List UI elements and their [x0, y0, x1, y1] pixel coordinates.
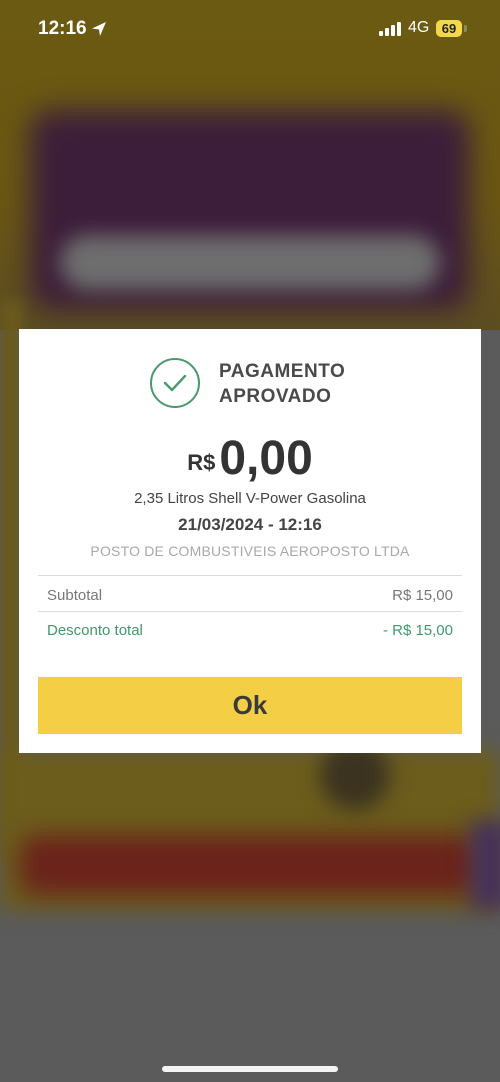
home-indicator[interactable] — [162, 1066, 338, 1072]
dialog-title-line2: APROVADO — [219, 386, 332, 407]
currency-symbol: R$ — [187, 450, 216, 475]
divider — [38, 611, 462, 612]
status-bar: 12:16 4G 69 — [0, 0, 500, 58]
payment-approved-dialog: PAGAMENTO APROVADO R$0,00 2,35 Litros Sh… — [19, 329, 481, 753]
background-right-strip — [470, 820, 500, 910]
discount-label: Desconto total — [47, 622, 143, 639]
background-bar — [60, 235, 440, 290]
discount-value: - R$ 15,00 — [382, 622, 453, 639]
divider — [38, 575, 462, 576]
product-description: 2,35 Litros Shell V-Power Gasolina — [134, 490, 366, 507]
subtotal-value: R$ 15,00 — [392, 587, 453, 604]
network-type: 4G — [408, 19, 430, 36]
dialog-title: PAGAMENTO APROVADO — [219, 359, 345, 409]
status-time: 12:16 — [38, 18, 87, 39]
battery-icon: 69 — [436, 20, 462, 37]
check-circle-icon — [150, 358, 200, 408]
location-arrow-icon — [92, 22, 106, 36]
amount-value: 0,00 — [219, 432, 313, 485]
subtotal-row: Subtotal R$ 15,00 — [47, 587, 453, 604]
dialog-title-line1: PAGAMENTO — [219, 361, 346, 382]
payment-amount: R$0,00 — [19, 431, 481, 486]
subtotal-label: Subtotal — [47, 587, 103, 604]
battery-cap — [464, 25, 467, 32]
discount-row: Desconto total - R$ 15,00 — [47, 622, 453, 639]
signal-icon — [379, 22, 403, 36]
station-name: POSTO DE COMBUSTIVEIS AEROPOSTO LTDA — [90, 543, 410, 559]
transaction-datetime: 21/03/2024 - 12:16 — [178, 515, 322, 534]
ok-button[interactable]: Ok — [38, 677, 462, 734]
background-red-banner — [20, 835, 480, 895]
